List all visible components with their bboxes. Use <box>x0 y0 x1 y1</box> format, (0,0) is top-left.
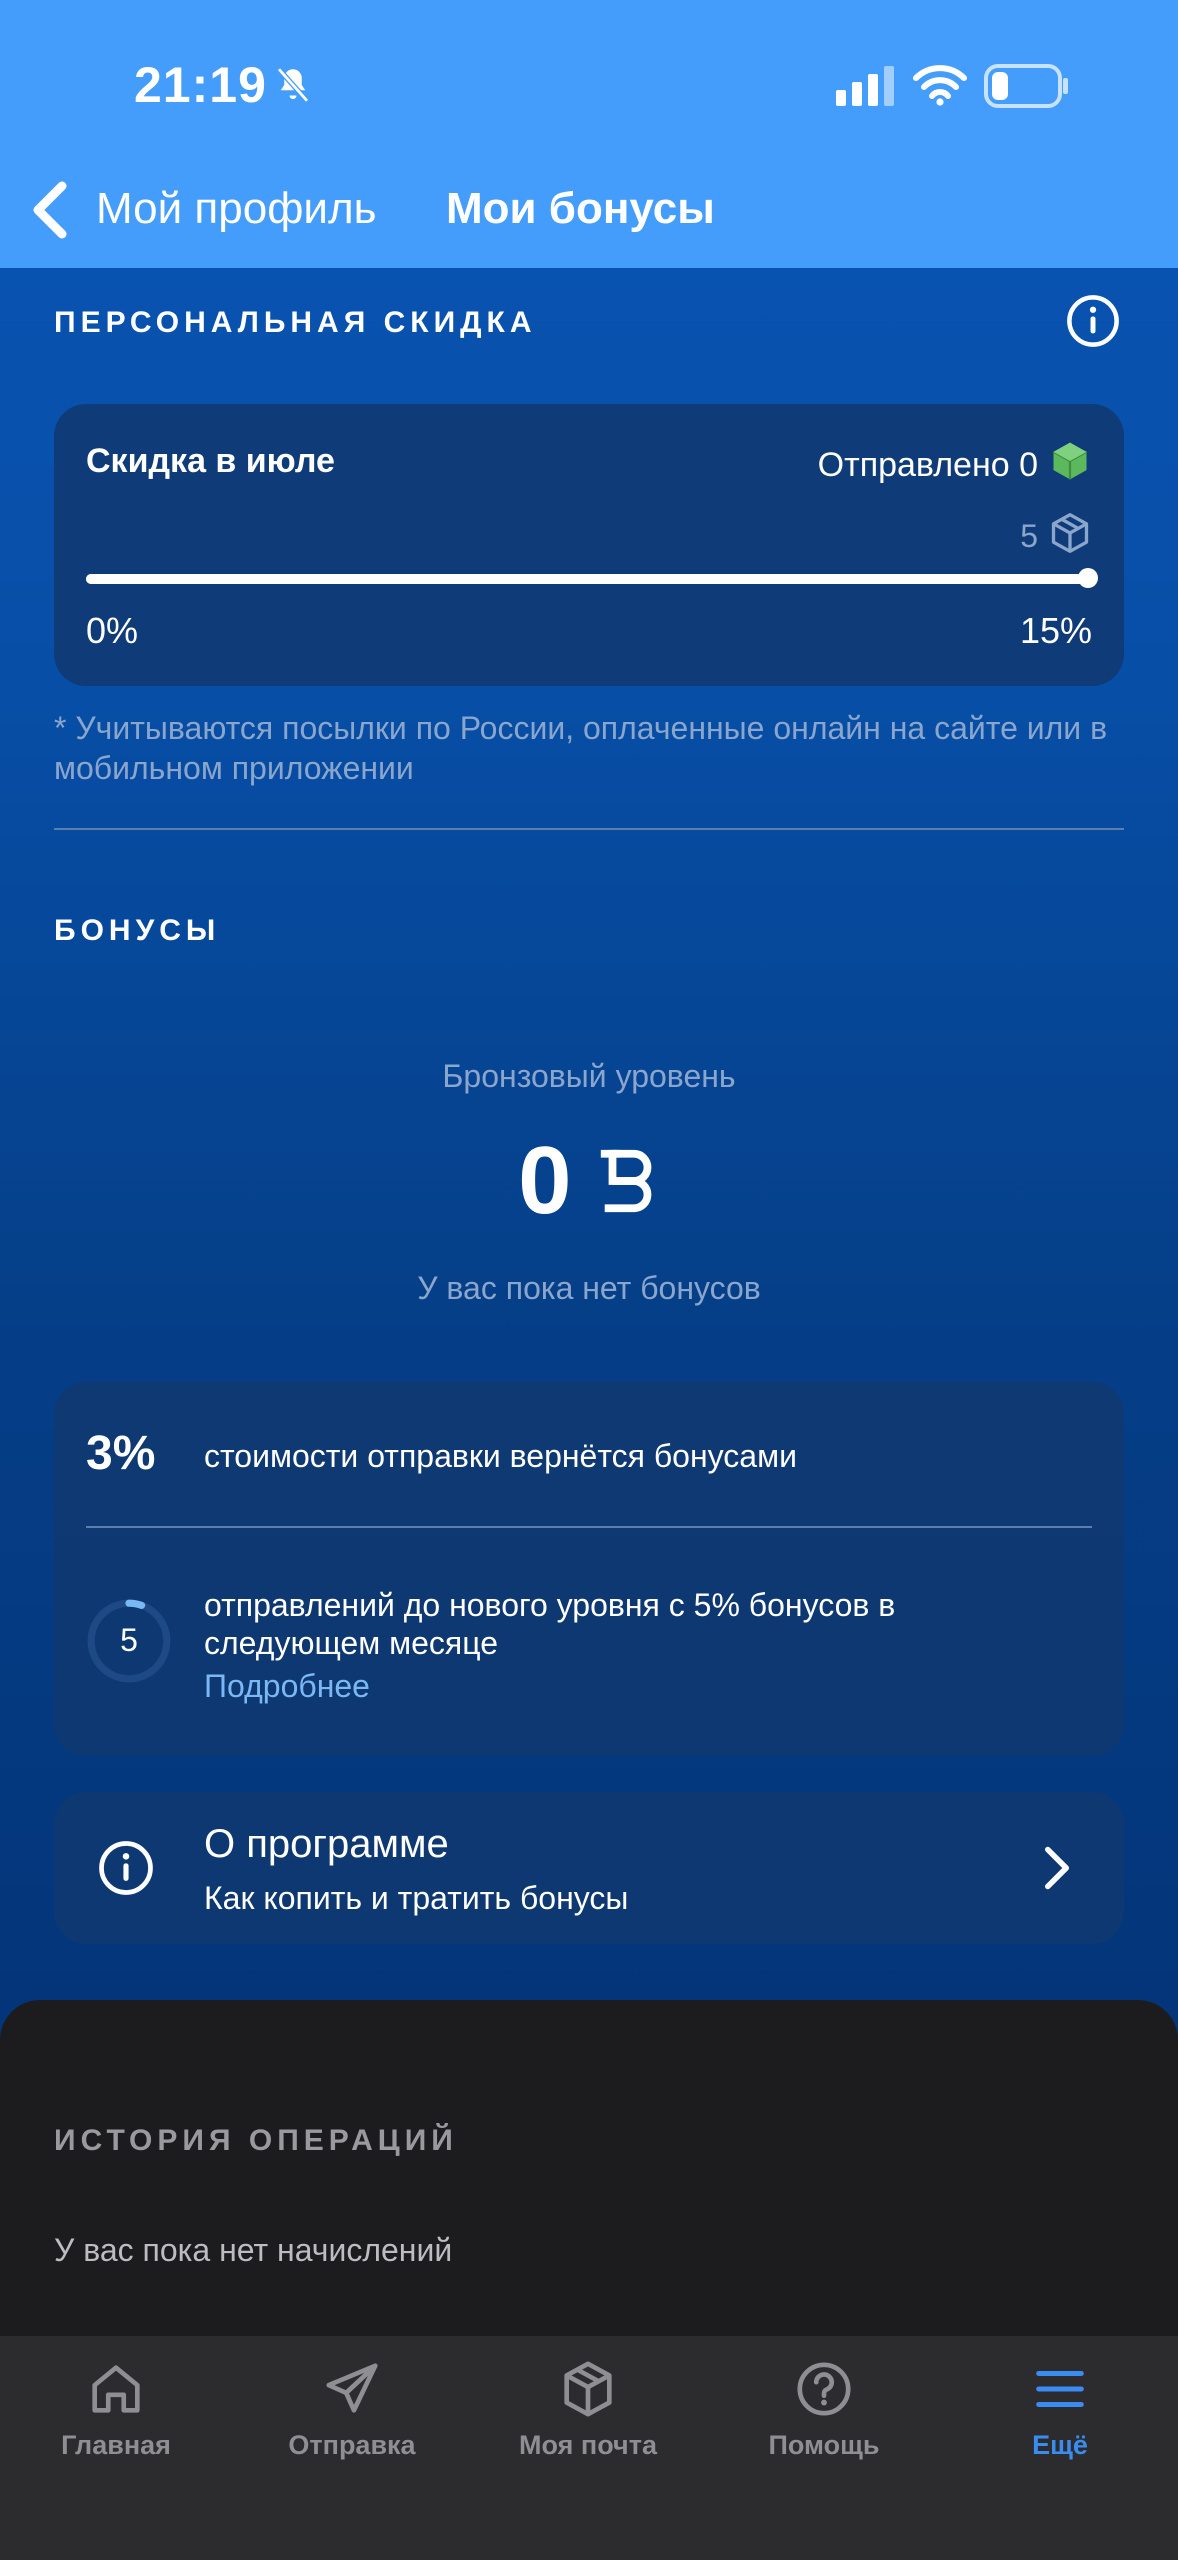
next-level-text: отправлений до нового уровня с 5% бонусо… <box>204 1587 896 1661</box>
tab-help[interactable]: Помощь <box>724 2358 924 2461</box>
menu-icon <box>1036 2370 1084 2408</box>
status-time: 21:19 <box>134 57 267 113</box>
header: 21:19 Мой профиль Мои бонусы <box>0 0 1178 268</box>
tab-label: Главная <box>61 2430 171 2460</box>
chevron-right-icon <box>1045 1846 1069 1890</box>
box-outline-icon <box>1051 513 1089 553</box>
back-button[interactable]: Мой профиль <box>96 184 377 234</box>
green-box-icon <box>1052 442 1088 480</box>
progress-handle <box>1078 568 1098 588</box>
bonus-balance-value: 0 <box>518 1127 572 1234</box>
tab-bar: Главная Отправка Моя почта Помощь Ещё <box>0 2336 1178 2560</box>
package-icon <box>564 2361 612 2417</box>
tab-more[interactable]: Ещё <box>960 2358 1160 2461</box>
discount-section-title: ПЕРСОНАЛЬНАЯ СКИДКА <box>54 306 537 339</box>
section-divider <box>54 828 1124 830</box>
home-icon <box>92 2365 140 2413</box>
cashback-percent: 3% <box>86 1427 156 1480</box>
program-subtitle: Как копить и тратить бонусы <box>204 1880 629 1916</box>
info-icon <box>99 1841 153 1895</box>
bonus-level: Бронзовый уровень <box>442 1058 736 1094</box>
bonus-balance: 0 <box>0 1126 1178 1236</box>
progress-min-label: 0% <box>86 610 139 651</box>
discount-card-title: Скидка в июле <box>86 442 335 480</box>
more-link[interactable]: Подробнее <box>204 1668 370 1705</box>
discount-footnote: * Учитываются посылки по России, оплачен… <box>54 710 1108 786</box>
tab-label: Моя почта <box>519 2430 657 2460</box>
wifi-icon <box>913 65 967 106</box>
tab-label: Отправка <box>288 2430 416 2460</box>
page-title: Мои бонусы <box>446 184 715 233</box>
bonus-currency-icon <box>600 1149 652 1213</box>
discount-progress-bar <box>86 568 1098 588</box>
discount-card: Скидка в июле Отправлено 0 5 0% 15% <box>54 404 1124 686</box>
discount-progress-fill <box>86 568 1098 588</box>
bonuses-section-title: БОНУСЫ <box>54 914 221 947</box>
tab-label: Помощь <box>768 2430 880 2460</box>
tab-send[interactable]: Отправка <box>252 2358 452 2461</box>
shipments-left-count: 5 <box>120 1622 138 1658</box>
send-icon <box>326 2363 378 2413</box>
goal-count: 5 <box>1020 518 1038 554</box>
program-title: О программе <box>204 1822 449 1866</box>
no-bonus-text: У вас пока нет бонусов <box>417 1270 761 1306</box>
back-arrow-icon[interactable] <box>30 180 70 240</box>
progress-max-label: 15% <box>1019 610 1092 651</box>
tab-home[interactable]: Главная <box>16 2358 216 2461</box>
battery-icon <box>984 64 1068 108</box>
sent-count: Отправлено 0 <box>817 446 1038 484</box>
card-divider <box>86 1526 1092 1528</box>
cellular-signal-icon <box>836 66 894 106</box>
info-icon[interactable] <box>1066 294 1120 348</box>
cashback-text: стоимости отправки вернётся бонусами <box>204 1438 797 1474</box>
bell-off-icon <box>277 67 309 103</box>
program-row[interactable]: О программе Как копить и тратить бонусы <box>54 1792 1124 1944</box>
help-icon <box>797 2362 851 2416</box>
tab-my-mail[interactable]: Моя почта <box>488 2358 688 2461</box>
history-title: ИСТОРИЯ ОПЕРАЦИЙ <box>54 2124 458 2157</box>
app-root: 21:19 Мой профиль Мои бонусы ПЕРСОНАЛЬНА… <box>0 0 1178 2560</box>
bonus-info-card: 3% стоимости отправки вернётся бонусами … <box>54 1382 1124 1756</box>
history-empty-text: У вас пока нет начислений <box>54 2232 453 2268</box>
tab-label: Ещё <box>1032 2430 1088 2460</box>
